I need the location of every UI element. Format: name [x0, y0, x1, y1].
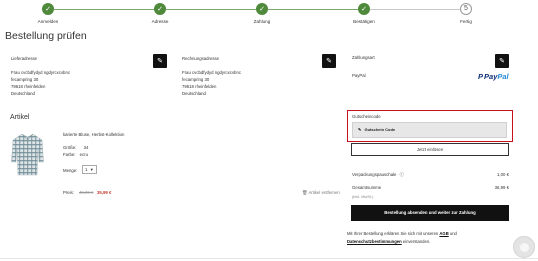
step-check-icon: ✓	[154, 3, 166, 15]
billing-address-line: fecampring 30	[182, 77, 210, 82]
quantity-label: Menge:	[63, 168, 78, 173]
chevron-down-icon: ▾	[90, 167, 93, 172]
coupon-section: Gutscheincode ✎ Gutschein Code	[347, 110, 513, 142]
step-anmelden[interactable]: ✓ Anmelden	[18, 3, 78, 24]
step-adresse[interactable]: ✓ Adresse	[130, 3, 190, 24]
price-sale: 35,99 €	[97, 190, 112, 195]
shipping-address-line: 79618 rheinfelden	[11, 84, 46, 89]
step-label: Adresse	[151, 19, 169, 24]
step-zahlung[interactable]: ✓ Zahlung	[232, 3, 292, 24]
articles-heading: Artikel	[10, 114, 30, 121]
submit-order-button[interactable]: Bestellung absenden und weiter zur Zahlu…	[351, 205, 509, 221]
product-size: Größe: 34	[63, 145, 89, 150]
product-color: Farbe: ecru	[63, 152, 88, 157]
total-value: 36,99 €	[494, 185, 509, 190]
product-name[interactable]: karierte Bluse, Herbst-Kollektion	[63, 132, 124, 137]
payment-method-name: PayPal	[352, 73, 366, 78]
payment-heading: Zahlungsart	[352, 55, 375, 60]
shipping-address-heading: Lieferadresse	[11, 56, 38, 61]
shipping-address: Lieferadresse Frau cvcbdfydyd ngdyrcxcvb…	[11, 55, 70, 97]
info-icon[interactable]: ⓘ	[400, 172, 404, 177]
billing-address: Rechnungsadresse Frau cvcbdfydyd ngdyrcx…	[182, 55, 241, 97]
coupon-heading: Gutscheincode	[352, 114, 381, 119]
step-check-icon: ✓	[358, 3, 370, 15]
shipping-address-line: fecampring 30	[11, 77, 39, 82]
step-label: Anmelden	[37, 19, 59, 24]
edit-billing-button[interactable]: ✎	[322, 54, 336, 68]
coupon-code-input[interactable]: ✎ Gutschein Code	[352, 122, 507, 138]
step-check-icon: ✓	[42, 3, 54, 15]
shipping-fee-value: 1,00 €	[497, 172, 509, 177]
remove-article-link[interactable]: 🗑 Artikel entfernen	[302, 190, 340, 196]
step-fertig: 5 Fertig	[436, 3, 496, 24]
checkout-progress: ✓ Anmelden ✓ Adresse ✓ Zahlung ✓ Bestäti…	[0, 0, 538, 30]
page-title: Bestellung prüfen	[5, 30, 87, 42]
pencil-icon: ✎	[358, 127, 362, 132]
pencil-icon: ✎	[326, 57, 332, 65]
billing-address-line: Frau cvcbdfydyd ngdyrcxcvbnc	[182, 70, 241, 75]
step-label: Bestätigen	[353, 19, 375, 24]
step-check-icon: ✓	[256, 3, 268, 15]
legal-notice: Mit Ihrer Bestellung erklären Sie sich m…	[347, 231, 457, 244]
floating-action-button[interactable]	[513, 236, 535, 258]
step-label: Zahlung	[253, 19, 271, 24]
pencil-icon: ✎	[499, 57, 505, 65]
edit-payment-button[interactable]: ✎	[495, 54, 509, 68]
product-image[interactable]	[11, 132, 44, 176]
shipping-address-line: Frau cvcbdfydyd ngdyrcxcvbnc	[11, 70, 70, 75]
paypal-logo: PPayPal	[478, 72, 509, 81]
billing-address-line: 79618 rheinfelden	[182, 84, 217, 89]
shipping-address-line: Deutschland	[11, 91, 35, 96]
pencil-icon: ✎	[157, 57, 163, 65]
quantity-select[interactable]: 1 ▾	[82, 165, 97, 174]
agb-link[interactable]: AGB	[439, 231, 448, 236]
divider	[0, 258, 538, 259]
shipping-fee-row: Verpackungspauschale ⓘ 1,00 €	[352, 172, 509, 177]
step-bestaetigen: ✓ Bestätigen	[334, 3, 394, 24]
trash-icon: 🗑	[302, 190, 308, 195]
total-row: Gesamtsumme 36,99 €	[352, 185, 509, 190]
vat-note: (inkl. MwSt.)	[352, 194, 374, 199]
billing-address-line: Deutschland	[182, 91, 206, 96]
payment-method: Zahlungsart PayPal	[352, 55, 375, 78]
price-label: Preis:	[63, 190, 74, 195]
step-label: Fertig	[460, 19, 472, 24]
price-original: 49,99 €	[79, 190, 94, 195]
billing-address-heading: Rechnungsadresse	[182, 56, 220, 61]
step-number: 5	[460, 3, 472, 15]
redeem-coupon-button[interactable]: Jetzt einlösen	[351, 143, 509, 156]
paypal-mark-icon: P	[478, 72, 484, 81]
edit-shipping-button[interactable]: ✎	[153, 54, 167, 68]
privacy-link[interactable]: Datenschutzbestimmungen	[347, 239, 402, 244]
